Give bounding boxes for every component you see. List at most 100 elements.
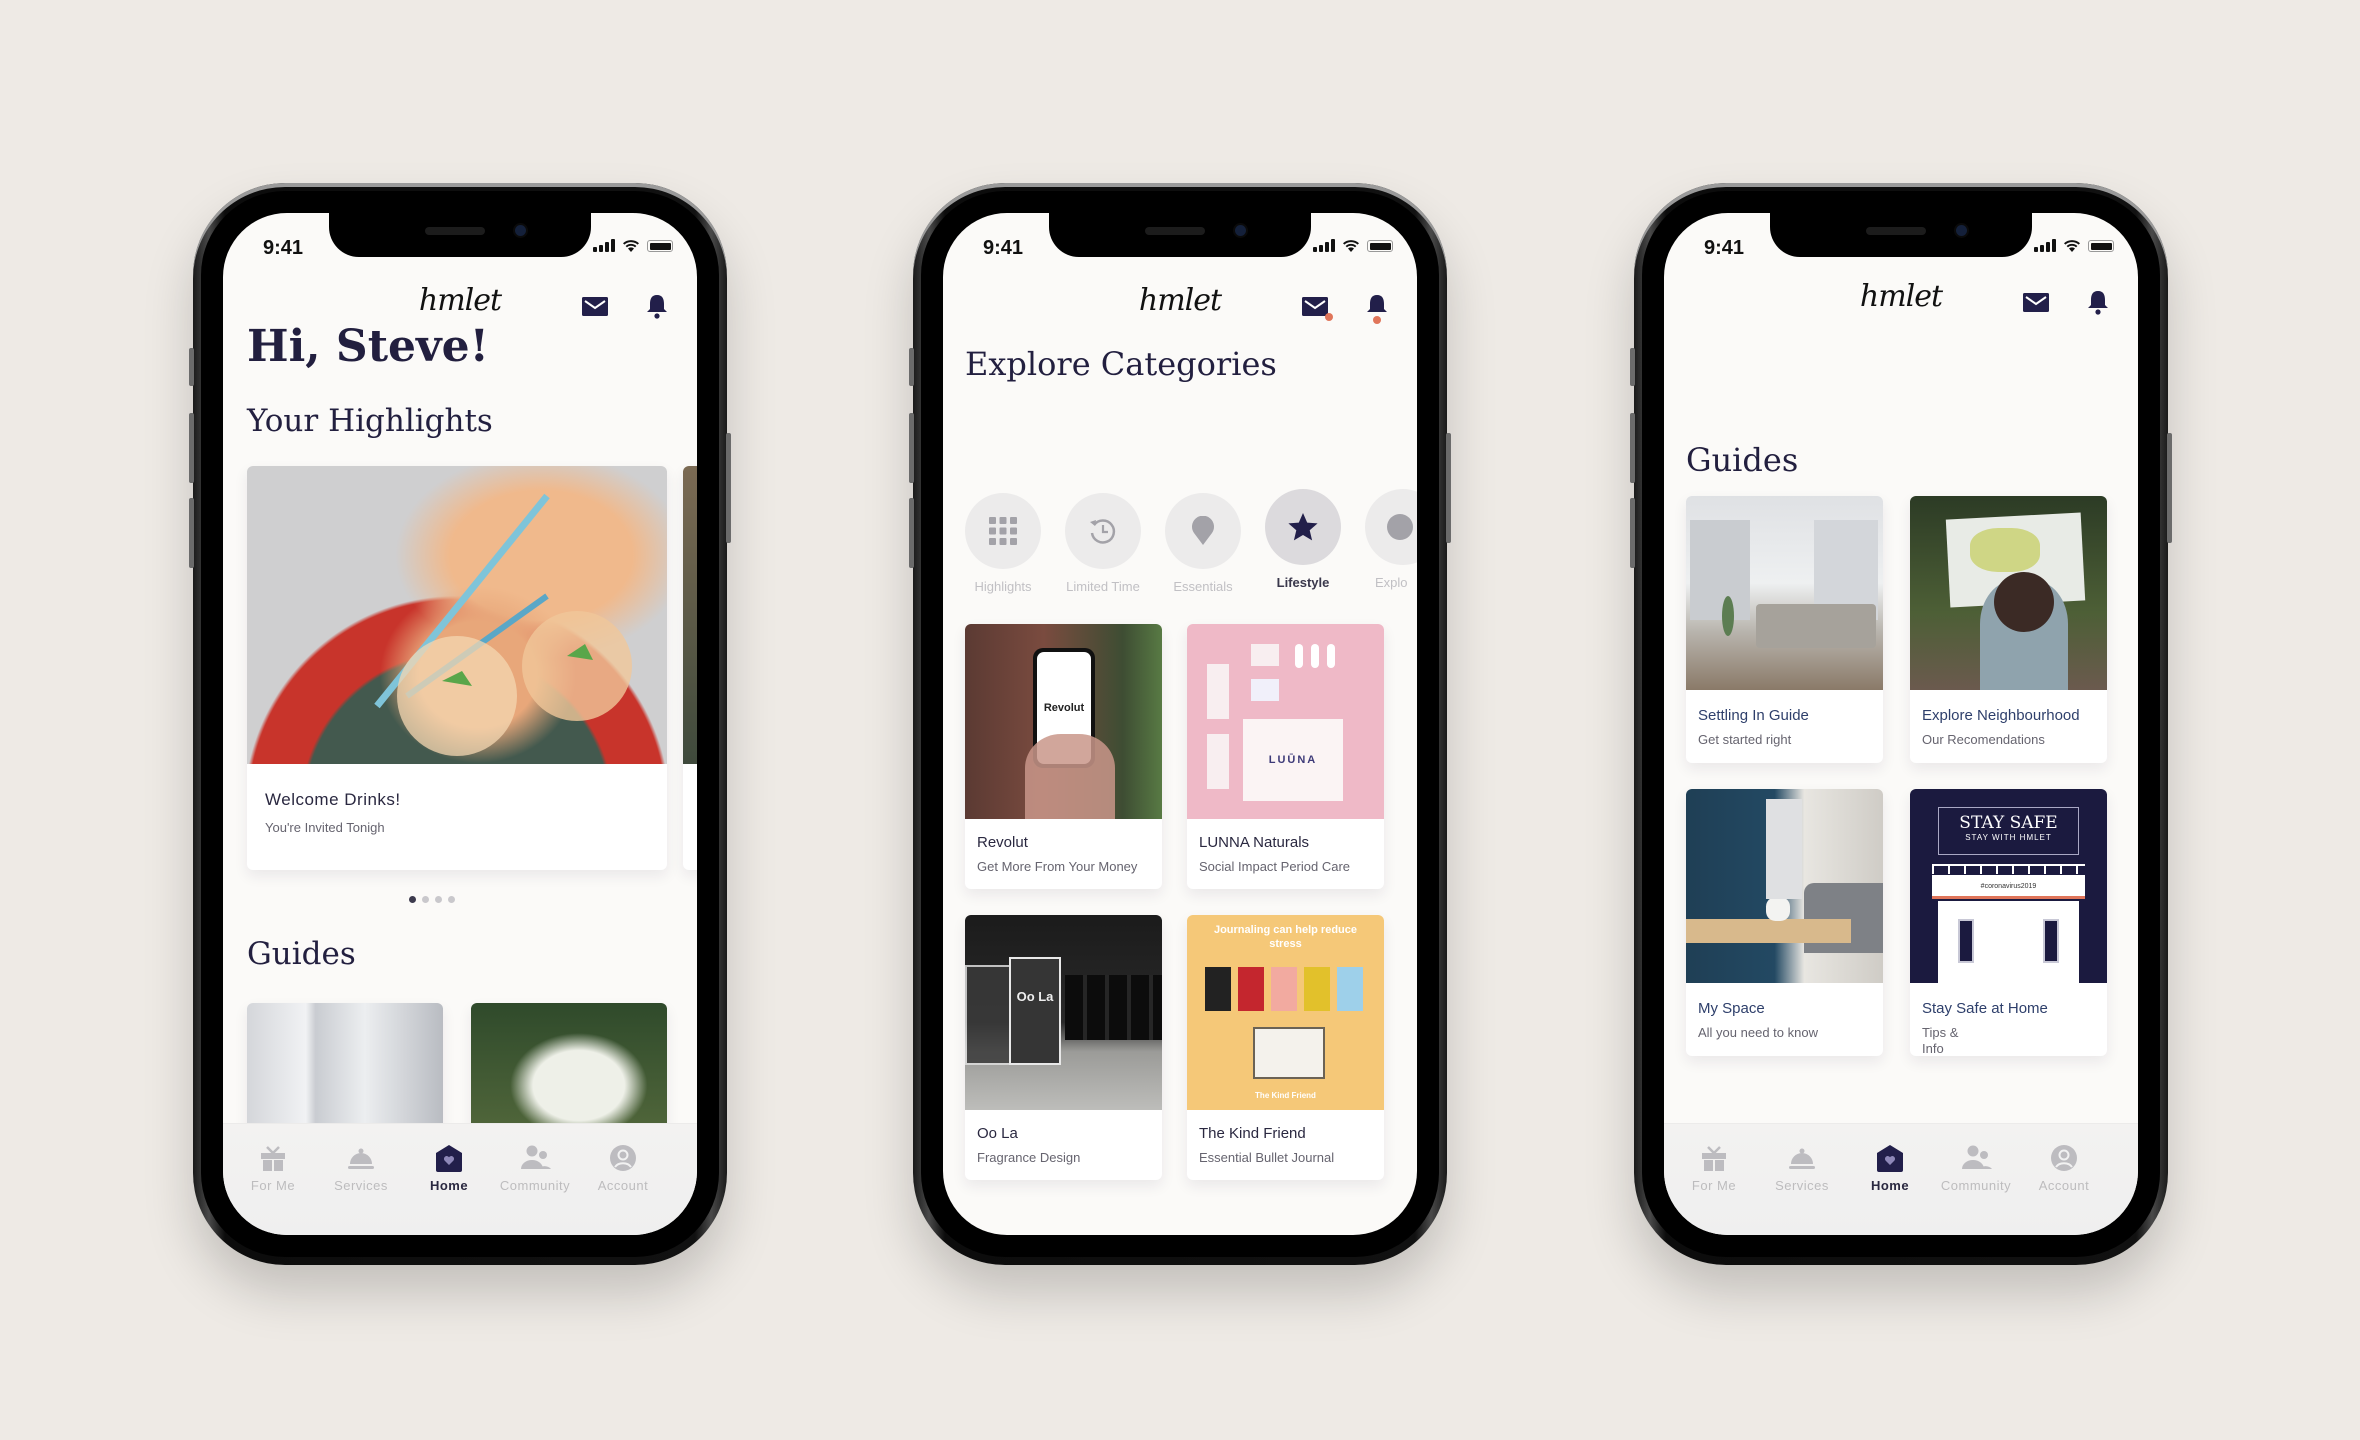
- product-card-revolut[interactable]: Revolut Revolut Get More From Your Money: [965, 624, 1162, 889]
- category-highlights[interactable]: Highlights: [965, 493, 1041, 594]
- tab-bar: For Me Services Home Community Account: [1664, 1123, 2138, 1235]
- pager-dot-active[interactable]: [409, 896, 416, 903]
- phone-explore: 9:41 hmlet Explore Categories Highlights…: [909, 183, 1451, 1265]
- guide-title: Settling In Guide: [1698, 707, 1809, 724]
- product-subtitle: Social Impact Period Care: [1199, 859, 1351, 874]
- mail-icon[interactable]: [2023, 293, 2049, 312]
- guide-card-stay-safe[interactable]: STAY SAFE STAY WITH HMLET #coronavirus20…: [1910, 789, 2107, 1056]
- guide-title: My Space: [1698, 1000, 1765, 1017]
- product-subtitle: Essential Bullet Journal: [1199, 1150, 1335, 1165]
- guides-heading: Guides: [1686, 441, 1799, 479]
- product-title: The Kind Friend: [1199, 1125, 1306, 1142]
- power-button: [2167, 433, 2172, 543]
- cellular-signal-icon: [2034, 239, 2056, 252]
- category-explore[interactable]: Explo: [1365, 489, 1417, 590]
- highlight-card[interactable]: Welcome Drinks! You're Invited Tonigh: [247, 466, 667, 870]
- pager-dot[interactable]: [448, 896, 455, 903]
- bell-icon[interactable]: [2086, 289, 2110, 315]
- volume-down-button: [1630, 498, 1635, 568]
- category-essentials[interactable]: Essentials: [1165, 493, 1241, 594]
- battery-icon: [1367, 240, 1393, 252]
- tab-for-me[interactable]: For Me: [229, 1144, 317, 1193]
- mail-icon[interactable]: [582, 297, 608, 316]
- mail-icon[interactable]: [1302, 297, 1328, 316]
- tab-community[interactable]: Community: [1932, 1144, 2020, 1193]
- mail-notification-badge: [1325, 313, 1333, 321]
- battery-icon: [2088, 240, 2114, 252]
- power-button: [726, 433, 731, 543]
- tab-account[interactable]: Account: [2020, 1144, 2108, 1193]
- pager-dot[interactable]: [435, 896, 442, 903]
- gift-icon: [258, 1144, 288, 1172]
- tab-account[interactable]: Account: [579, 1144, 667, 1193]
- home-heart-icon: [1875, 1144, 1905, 1172]
- status-bar: 9:41: [943, 233, 1417, 259]
- revolut-image: Revolut: [965, 624, 1162, 819]
- app-header: hmlet: [943, 281, 1417, 331]
- tab-label: Home: [1870, 1178, 1910, 1193]
- guide-subtitle: Get started right: [1698, 732, 1792, 747]
- product-title: Revolut: [977, 834, 1028, 851]
- status-time: 9:41: [263, 237, 304, 259]
- map-pin-icon: [1192, 516, 1214, 545]
- bell-notification-badge: [1373, 316, 1381, 324]
- status-bar: 9:41: [223, 233, 697, 259]
- history-clock-icon: [1090, 519, 1116, 544]
- explore-heading: Explore Categories: [965, 345, 1277, 383]
- phone-home: 9:41 hmlet Hi, Steve! Your Highlights We…: [189, 183, 731, 1265]
- category-lifestyle[interactable]: Lifestyle: [1265, 489, 1341, 590]
- cellular-signal-icon: [1313, 239, 1335, 252]
- explore-neighbourhood-image: [1910, 496, 2107, 690]
- product-card-kind-friend[interactable]: Journaling can help reduce stress The Ki…: [1187, 915, 1384, 1180]
- user-circle-icon: [2049, 1144, 2079, 1172]
- next-highlight-card-peek[interactable]: [683, 466, 697, 870]
- bell-icon[interactable]: [645, 293, 669, 319]
- category-label: Limited Time: [1066, 579, 1140, 594]
- tab-services[interactable]: Services: [317, 1144, 405, 1193]
- user-circle-icon: [608, 1144, 638, 1172]
- highlight-title: Welcome Drinks!: [265, 790, 401, 809]
- pager-dot[interactable]: [422, 896, 429, 903]
- guide-card-explore-neighbourhood[interactable]: Explore Neighbourhood Our Recomendations: [1910, 496, 2107, 763]
- guide-title: Stay Safe at Home: [1922, 1000, 2048, 1017]
- cellular-signal-icon: [593, 239, 615, 252]
- volume-down-button: [189, 498, 194, 568]
- product-card-lunna[interactable]: LUŪNA LUNNA Naturals Social Impact Perio…: [1187, 624, 1384, 889]
- tab-services[interactable]: Services: [1758, 1144, 1846, 1193]
- leaf-icon: [1387, 514, 1413, 540]
- tab-label: Community: [1940, 1178, 2012, 1193]
- settling-in-image: [1686, 496, 1883, 690]
- highlights-heading: Your Highlights: [247, 403, 493, 439]
- product-subtitle: Get More From Your Money: [977, 859, 1138, 874]
- tab-label: Account: [2038, 1178, 2090, 1193]
- product-title: LUNNA Naturals: [1199, 834, 1310, 851]
- tab-label: Home: [429, 1178, 469, 1193]
- tab-for-me[interactable]: For Me: [1670, 1144, 1758, 1193]
- tab-bar: For Me Services Home Community Account: [223, 1123, 697, 1235]
- guide-card-settling-in[interactable]: Settling In Guide Get started right: [1686, 496, 1883, 763]
- tab-community[interactable]: Community: [491, 1144, 579, 1193]
- guide-card-my-space[interactable]: My Space All you need to know: [1686, 789, 1883, 1056]
- cloche-icon: [1787, 1144, 1817, 1172]
- guide-subtitle: All you need to know: [1698, 1025, 1818, 1040]
- app-header: hmlet: [1664, 277, 2138, 327]
- carousel-pager[interactable]: [409, 896, 455, 903]
- battery-icon: [647, 240, 673, 252]
- category-limited-time[interactable]: Limited Time: [1065, 493, 1141, 594]
- guide-title: Explore Neighbourhood: [1922, 707, 2080, 724]
- tab-home[interactable]: Home: [1846, 1144, 1934, 1193]
- highlight-subtitle: You're Invited Tonigh: [265, 820, 385, 835]
- product-card-oola[interactable]: Oo La Oo La Fragrance Design: [965, 915, 1162, 1180]
- kind-friend-image: Journaling can help reduce stress The Ki…: [1187, 915, 1384, 1110]
- guide-subtitle: Our Recomendations: [1922, 732, 2045, 747]
- status-bar: 9:41: [1664, 233, 2138, 259]
- hmlet-logo: hmlet: [1859, 279, 1943, 314]
- tab-home[interactable]: Home: [405, 1144, 493, 1193]
- hmlet-logo: hmlet: [1138, 283, 1222, 318]
- wifi-icon: [623, 240, 639, 252]
- home-heart-icon: [434, 1144, 464, 1172]
- grid-icon: [989, 517, 1017, 545]
- star-icon: [1288, 513, 1318, 541]
- volume-up-button: [909, 413, 914, 483]
- volume-up-button: [189, 413, 194, 483]
